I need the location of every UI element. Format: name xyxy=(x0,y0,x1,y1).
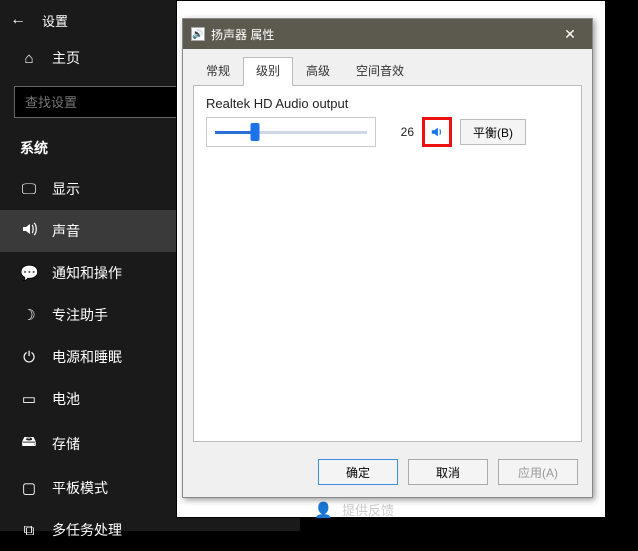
sound-icon xyxy=(20,221,38,241)
nav-tablet-label: 平板模式 xyxy=(52,478,108,498)
feedback-icon: 👤 xyxy=(314,501,332,519)
notifications-icon: 💬 xyxy=(20,264,38,282)
nav-power-label: 电源和睡眠 xyxy=(52,347,122,367)
power-icon: ⏻ xyxy=(20,349,38,366)
home-icon: ⌂ xyxy=(20,50,38,67)
volume-value: 26 xyxy=(384,125,414,139)
tabbar: 常规 级别 高级 空间音效 xyxy=(183,49,592,86)
dialog-titlebar[interactable]: 🔊 扬声器 属性 ✕ xyxy=(183,19,592,49)
speaker-properties-dialog: 🔊 扬声器 属性 ✕ 常规 级别 高级 空间音效 Realtek HD Audi… xyxy=(182,18,593,498)
nav-sound-label: 声音 xyxy=(52,221,80,241)
volume-slider[interactable] xyxy=(206,117,376,147)
slider-track xyxy=(215,131,367,134)
apply-button: 应用(A) xyxy=(498,459,578,485)
settings-title: 设置 xyxy=(42,11,68,30)
tab-content-levels: Realtek HD Audio output 26 平衡(B) xyxy=(193,85,582,442)
feedback-row[interactable]: 👤 提供反馈 xyxy=(300,494,408,525)
mute-button[interactable] xyxy=(426,121,448,143)
battery-icon: ▭ xyxy=(20,390,38,408)
multitask-icon: ⧉ xyxy=(20,522,38,539)
tab-advanced[interactable]: 高级 xyxy=(293,57,343,86)
device-name: Realtek HD Audio output xyxy=(206,96,569,111)
home-label: 主页 xyxy=(52,48,80,68)
slider-fill xyxy=(215,131,255,134)
nav-notifications-label: 通知和操作 xyxy=(52,263,122,283)
speaker-icon: 🔊 xyxy=(191,27,205,41)
display-icon: 🖵 xyxy=(20,181,38,198)
back-arrow-icon[interactable]: ← xyxy=(10,11,26,29)
feedback-label: 提供反馈 xyxy=(342,500,394,519)
balance-button[interactable]: 平衡(B) xyxy=(460,119,526,145)
cancel-button[interactable]: 取消 xyxy=(408,459,488,485)
nav-storage-label: 存储 xyxy=(52,434,80,454)
focus-icon: ☽ xyxy=(20,306,38,324)
dialog-title: 扬声器 属性 xyxy=(211,26,274,43)
nav-battery-label: 电池 xyxy=(52,389,80,409)
ok-button[interactable]: 确定 xyxy=(318,459,398,485)
tab-levels[interactable]: 级别 xyxy=(243,57,293,86)
dialog-buttons: 确定 取消 应用(A) xyxy=(183,451,592,497)
close-icon[interactable]: ✕ xyxy=(548,19,592,49)
volume-row: 26 平衡(B) xyxy=(206,117,569,147)
nav-multitask-label: 多任务处理 xyxy=(52,520,122,540)
slider-thumb[interactable] xyxy=(250,123,259,141)
tab-general[interactable]: 常规 xyxy=(193,57,243,86)
tablet-icon: ▢ xyxy=(20,479,38,497)
mute-highlight xyxy=(422,117,452,147)
tab-spatial[interactable]: 空间音效 xyxy=(343,57,417,86)
storage-icon: 🖴 xyxy=(20,431,38,456)
nav-display-label: 显示 xyxy=(52,179,80,199)
nav-focus-label: 专注助手 xyxy=(52,305,108,325)
